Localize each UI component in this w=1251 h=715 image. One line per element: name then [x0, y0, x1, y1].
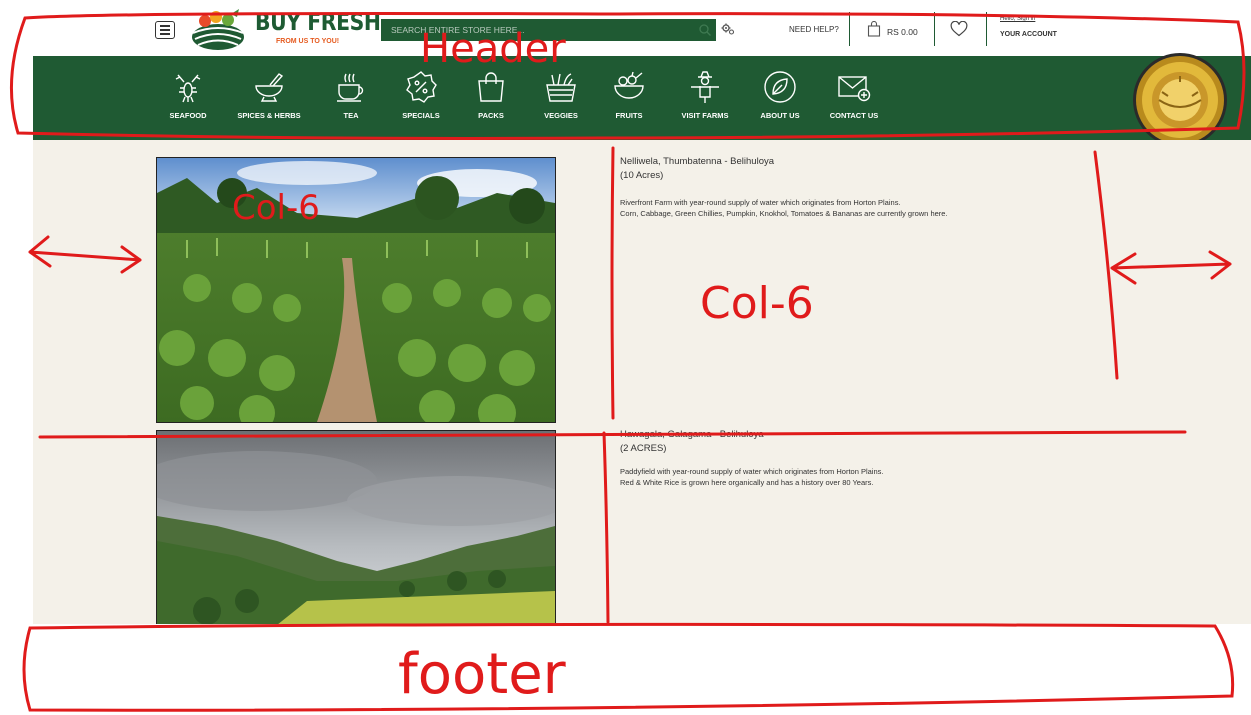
footer-outline [22, 622, 1235, 712]
nav-item-packs[interactable]: PACKS [456, 70, 526, 120]
farm-description-line: Riverfront Farm with year-round supply o… [620, 198, 901, 207]
shopping-bag-cart-icon[interactable] [867, 21, 881, 37]
gold-award-seal-icon [1133, 53, 1227, 147]
sign-in-link[interactable]: Hello, Sign in [1000, 16, 1035, 22]
header-divider [849, 12, 850, 46]
nav-label: ABOUT US [760, 111, 800, 120]
mortar-pestle-icon [255, 73, 284, 102]
nav-label: CONTACT US [829, 111, 879, 120]
farm-title: Hawagala, Galagama - Belihuloya [620, 429, 764, 440]
brand-tagline: FROM US TO YOU! [276, 38, 340, 45]
need-help-link[interactable]: NEED HELP? [789, 25, 839, 34]
header-divider [934, 12, 935, 46]
nav-item-visit-farms[interactable]: VISIT FARMS [670, 70, 740, 120]
shopping-bag-icon [478, 72, 504, 102]
farm-image-hawagala [156, 430, 556, 624]
gear-icon[interactable] [721, 22, 735, 36]
percent-badge-icon [406, 71, 437, 103]
search-icon[interactable] [698, 23, 712, 37]
farm-description: Riverfront Farm with year-round supply o… [620, 197, 948, 219]
nav-item-about-us[interactable]: ABOUT US [745, 70, 815, 120]
farm-acres: (10 Acres) [620, 170, 664, 181]
nav-label: VEGGIES [544, 111, 578, 120]
leaf-circle-icon [764, 71, 796, 103]
annotation-col-right-label: Col-6 [700, 278, 814, 329]
nav-label: SPECIALS [402, 111, 440, 120]
envelope-plus-icon [838, 76, 871, 102]
nav-label: FRUITS [615, 111, 643, 120]
nav-item-veggies[interactable]: VEGGIES [526, 70, 596, 120]
nav-label: PACKS [478, 111, 504, 120]
nav-label: SEAFOOD [169, 111, 207, 120]
wishlist-heart-icon[interactable] [950, 21, 968, 37]
farm-title: Nelliwela, Thumbatenna - Belihuloya [620, 156, 775, 167]
lobster-icon [175, 74, 201, 103]
nav-label: TEA [343, 111, 359, 120]
annotation-header-label: Header [420, 26, 566, 72]
farm-description-line: Corn, Cabbage, Green Chillies, Pumpkin, … [620, 209, 948, 218]
your-account-link[interactable]: YOUR ACCOUNT [1000, 31, 1057, 38]
farm-description-line: Paddyfield with year-round supply of wat… [620, 467, 884, 476]
farm-image-nelliwela [156, 157, 556, 423]
nav-label: VISIT FARMS [681, 111, 729, 120]
cart-total[interactable]: RS 0.00 [887, 27, 918, 37]
fruit-bowl-icon [614, 71, 644, 99]
nav-item-fruits[interactable]: FRUITS [594, 70, 664, 120]
nav-item-contact-us[interactable]: CONTACT US [819, 70, 889, 120]
hamburger-menu-button[interactable] [155, 21, 175, 39]
annotation-col-left-label: Col-6 [232, 188, 320, 228]
nav-item-specials[interactable]: SPECIALS [386, 70, 456, 120]
nav-item-tea[interactable]: TEA [316, 70, 386, 120]
vegetable-basket-icon [546, 73, 576, 102]
farm-acres: (2 ACRES) [620, 443, 667, 454]
nav-label: SPICES & HERBS [237, 111, 301, 120]
brand-name: BUY FRESH [255, 8, 381, 36]
scarecrow-icon [691, 71, 719, 103]
header-divider [986, 12, 987, 46]
nav-item-seafood[interactable]: SEAFOOD [153, 70, 223, 120]
tea-cup-icon [337, 73, 364, 102]
nav-item-spices-herbs[interactable]: SPICES & HERBS [234, 70, 304, 120]
annotation-footer-label: footer [398, 642, 566, 707]
farm-description-line: Red & White Rice is grown here organical… [620, 478, 874, 487]
farm-description: Paddyfield with year-round supply of wat… [620, 466, 883, 488]
